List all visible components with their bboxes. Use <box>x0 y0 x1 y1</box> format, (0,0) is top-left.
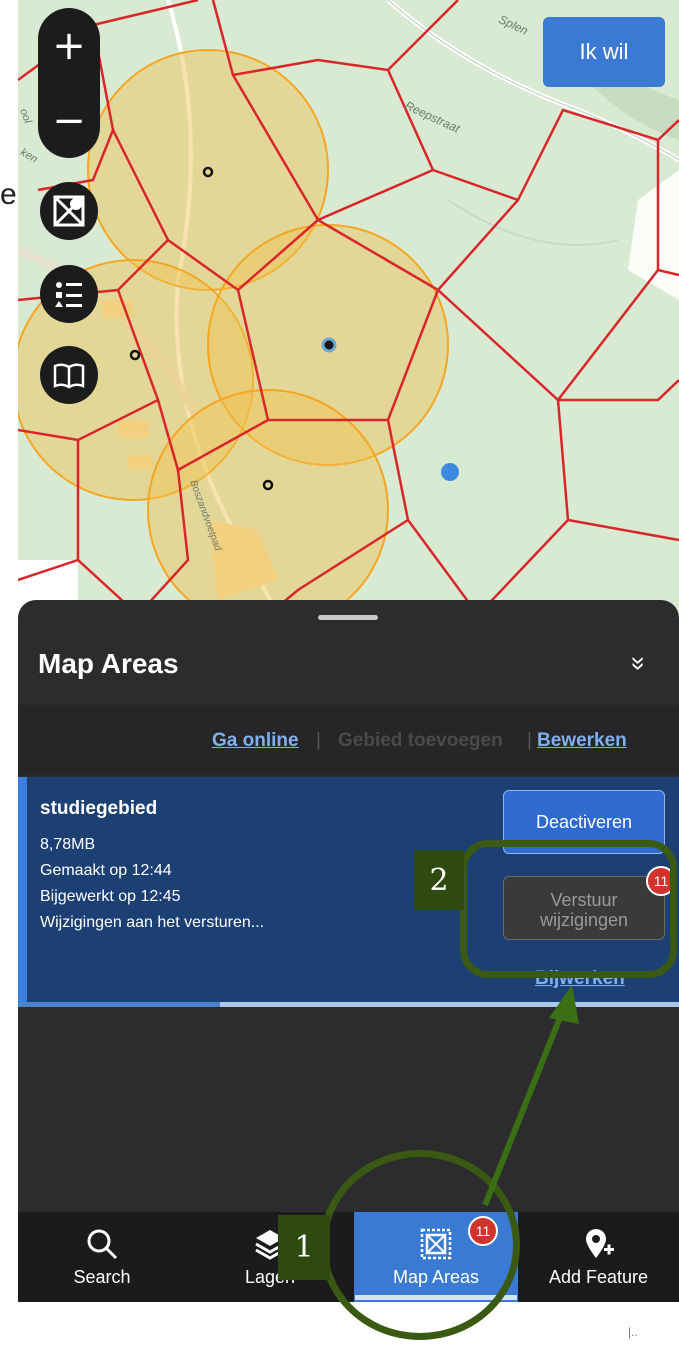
annotation-arrow <box>482 985 579 1207</box>
corner-mark: |.. <box>628 1325 638 1339</box>
